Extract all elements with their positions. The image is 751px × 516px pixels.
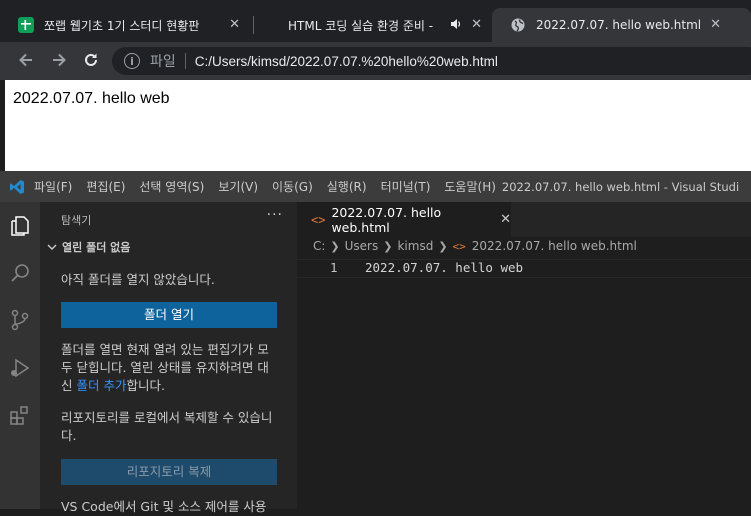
page-text: 2022.07.07. hello web xyxy=(13,90,170,107)
search-icon[interactable] xyxy=(4,257,36,289)
activity-bar xyxy=(0,202,40,509)
more-actions-icon[interactable]: ··· xyxy=(267,207,283,223)
reload-icon[interactable] xyxy=(81,51,101,71)
menu-terminal[interactable]: 터미널(T) xyxy=(381,178,431,195)
menu-file[interactable]: 파일(F) xyxy=(34,178,72,195)
menu-edit[interactable]: 편집(E) xyxy=(86,178,125,195)
breadcrumb-item[interactable]: kimsd xyxy=(397,239,433,253)
chevron-right-icon: ❯ xyxy=(330,239,340,253)
add-folder-link[interactable]: 폴더 추가 xyxy=(76,378,126,393)
window-title: 2022.07.07. hello web.html - Visual Stud… xyxy=(501,179,740,194)
browser-toolbar: i 파일 C:/Users/kimsd/2022.07.07.%20hello%… xyxy=(0,42,751,80)
source-control-icon[interactable] xyxy=(4,304,36,336)
info-icon[interactable]: i xyxy=(124,53,140,69)
speaker-icon[interactable] xyxy=(450,18,462,33)
open-folder-button[interactable]: 폴더 열기 xyxy=(61,302,277,328)
close-icon[interactable]: ✕ xyxy=(229,17,240,32)
chevron-down-icon xyxy=(47,244,57,250)
tab-title: HTML 코딩 실습 환경 준비 - xyxy=(288,18,434,33)
line-number: 1 xyxy=(330,260,338,275)
close-icon[interactable]: ✕ xyxy=(471,17,482,32)
explorer-icon[interactable] xyxy=(4,210,36,242)
page-content: 2022.07.07. hello web xyxy=(5,80,751,171)
breadcrumb-item[interactable]: Users xyxy=(345,239,379,253)
tab-study-status[interactable]: 쪼랩 웹기초 1기 스터디 현황판 ✕ xyxy=(0,8,250,42)
menu-run[interactable]: 실행(R) xyxy=(327,178,367,195)
extensions-icon[interactable] xyxy=(4,400,36,432)
tab-title: 쪼랩 웹기초 1기 스터디 현황판 xyxy=(44,18,200,33)
code-line[interactable]: 2022.07.07. hello web xyxy=(365,260,523,275)
vscode-logo-icon xyxy=(0,179,34,195)
clone-message: 리포지토리를 로컬에서 복제할 수 있습니다. xyxy=(61,410,273,443)
explorer-sidebar: 탐색기 ··· 열린 폴더 없음 아직 폴더를 열지 않았습니다. 폴더 열기 … xyxy=(40,202,297,514)
tab-html-setup[interactable]: HTML 코딩 실습 환경 준비 - ✕ xyxy=(254,8,492,42)
git-message: VS Code에서 Git 및 소스 제어를 사용 xyxy=(61,499,267,514)
menu-view[interactable]: 보기(V) xyxy=(218,178,258,195)
vscode-menubar: 파일(F) 편집(E) 선택 영역(S) 보기(V) 이동(G) 실행(R) 터… xyxy=(0,171,751,202)
sidebar-title: 탐색기 xyxy=(61,214,92,227)
close-icon[interactable]: ✕ xyxy=(710,17,721,32)
section-title: 열린 폴더 없음 xyxy=(62,241,131,254)
breadcrumb-item[interactable]: C: xyxy=(313,239,325,253)
editor-tab-bar: <> 2022.07.07. hello web.html ✕ xyxy=(297,202,751,237)
editor-tab-label: 2022.07.07. hello web.html xyxy=(331,204,442,235)
breadcrumb-item[interactable]: 2022.07.07. hello web.html xyxy=(472,239,637,253)
chevron-right-icon: ❯ xyxy=(438,239,448,253)
address-scheme-label: 파일 xyxy=(150,54,176,70)
menu-selection[interactable]: 선택 영역(S) xyxy=(139,178,204,195)
info-message: 폴더를 열면 현재 열려 있는 편집기가 모두 닫힙니다. 열린 상태를 유지하… xyxy=(61,341,277,395)
info-text-end: 합니다. xyxy=(126,378,165,393)
forward-arrow-icon[interactable] xyxy=(49,51,69,71)
chevron-right-icon: ❯ xyxy=(383,239,393,253)
no-folder-message: 아직 폴더를 열지 않았습니다. xyxy=(61,272,215,287)
editor-area: <> 2022.07.07. hello web.html ✕ C: ❯ Use… xyxy=(297,202,751,509)
breadcrumb: C: ❯ Users ❯ kimsd ❯ <> 2022.07.07. hell… xyxy=(313,239,637,253)
section-no-folder[interactable]: 열린 폴더 없음 xyxy=(46,239,130,255)
html-file-icon: <> xyxy=(452,239,466,253)
html-file-icon: <> xyxy=(311,212,326,227)
browser-tab-strip: 쪼랩 웹기초 1기 스터디 현황판 ✕ HTML 코딩 실습 환경 준비 - ✕… xyxy=(0,0,751,42)
menu-go[interactable]: 이동(G) xyxy=(272,178,313,195)
globe-icon xyxy=(510,17,526,33)
editor-tab-hello-web[interactable]: <> 2022.07.07. hello web.html ✕ xyxy=(297,202,511,237)
tab-title: 2022.07.07. hello web.html xyxy=(536,18,702,32)
menu-help[interactable]: 도움말(H) xyxy=(444,178,496,195)
run-debug-icon[interactable] xyxy=(4,352,36,384)
clone-repository-button[interactable]: 리포지토리 복제 xyxy=(61,459,277,485)
address-bar[interactable]: i 파일 C:/Users/kimsd/2022.07.07.%20hello%… xyxy=(112,47,751,75)
close-icon[interactable]: ✕ xyxy=(500,212,511,227)
address-url[interactable]: C:/Users/kimsd/2022.07.07.%20hello%20web… xyxy=(195,54,498,69)
sheets-icon xyxy=(18,17,34,33)
back-arrow-icon[interactable] xyxy=(16,51,36,71)
tab-hello-web[interactable]: 2022.07.07. hello web.html ✕ xyxy=(492,8,751,42)
divider xyxy=(184,53,186,69)
